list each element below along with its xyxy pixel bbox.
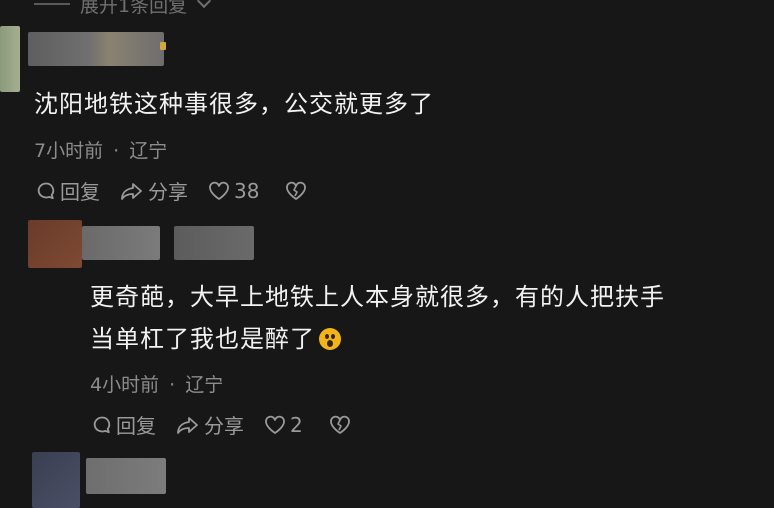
share-button[interactable]: 分享	[120, 176, 188, 205]
comment-time: 7小时前	[34, 140, 104, 162]
comment-location: 辽宁	[185, 374, 224, 396]
reply-label: 回复	[116, 414, 156, 438]
broken-heart-icon	[286, 181, 307, 200]
like-button[interactable]: 2	[264, 413, 303, 437]
like-button[interactable]: 38	[208, 179, 259, 203]
comment-text-line-1: 更奇葩，大早上地铁上人本身就很多，有的人把扶手	[90, 283, 665, 311]
comment-text: 沈阳地铁这种事很多，公交就更多了	[34, 90, 434, 118]
avatar[interactable]	[28, 220, 82, 268]
reply-button[interactable]: 回复	[92, 410, 156, 439]
meta-separator: ·	[169, 374, 176, 396]
broken-heart-icon	[329, 415, 350, 434]
username-redacted-2	[174, 226, 254, 260]
reply-label: 回复	[60, 180, 100, 204]
dislike-button[interactable]	[329, 415, 351, 435]
comment-meta: 4小时前 · 辽宁	[90, 370, 223, 397]
share-arrow-icon	[177, 416, 198, 434]
dislike-button[interactable]	[285, 181, 307, 201]
reply-bubble-icon	[93, 416, 111, 433]
expand-replies-label[interactable]: 展开1条回复	[80, 0, 187, 18]
like-count: 2	[290, 412, 303, 437]
share-arrow-icon	[121, 182, 142, 200]
comment-actions: 回复 分享 2	[92, 410, 371, 439]
surprised-emoji-icon	[319, 328, 341, 350]
comment-section: 展开1条回复 沈阳地铁这种事很多，公交就更多了 7小时前 · 辽宁 回复 分享 …	[0, 0, 774, 508]
user-badge	[160, 42, 166, 50]
heart-icon	[265, 415, 285, 434]
chevron-down-icon	[197, 0, 212, 9]
share-button[interactable]: 分享	[176, 410, 244, 439]
share-label: 分享	[148, 180, 188, 204]
avatar[interactable]	[0, 26, 20, 92]
username-redacted[interactable]	[86, 458, 166, 494]
share-label: 分享	[204, 414, 244, 438]
reply-button[interactable]: 回复	[36, 176, 100, 205]
comment-time: 4小时前	[90, 374, 160, 396]
meta-separator: ·	[113, 140, 120, 162]
username-redacted[interactable]	[82, 226, 160, 260]
like-count: 38	[234, 178, 260, 203]
comment-text-line-2-text: 当单杠了我也是醉了	[90, 325, 315, 353]
comment-actions: 回复 分享 38	[36, 176, 327, 205]
expand-replies-row[interactable]: 展开1条回复	[34, 0, 212, 17]
comment-meta: 7小时前 · 辽宁	[34, 136, 167, 163]
reply-bubble-icon	[37, 182, 55, 199]
comment-location: 辽宁	[129, 140, 168, 162]
comment-text-line-2: 当单杠了我也是醉了	[90, 318, 341, 360]
expand-divider	[34, 3, 70, 5]
heart-icon	[209, 181, 229, 200]
avatar[interactable]	[32, 452, 80, 508]
username-redacted[interactable]	[28, 32, 164, 66]
